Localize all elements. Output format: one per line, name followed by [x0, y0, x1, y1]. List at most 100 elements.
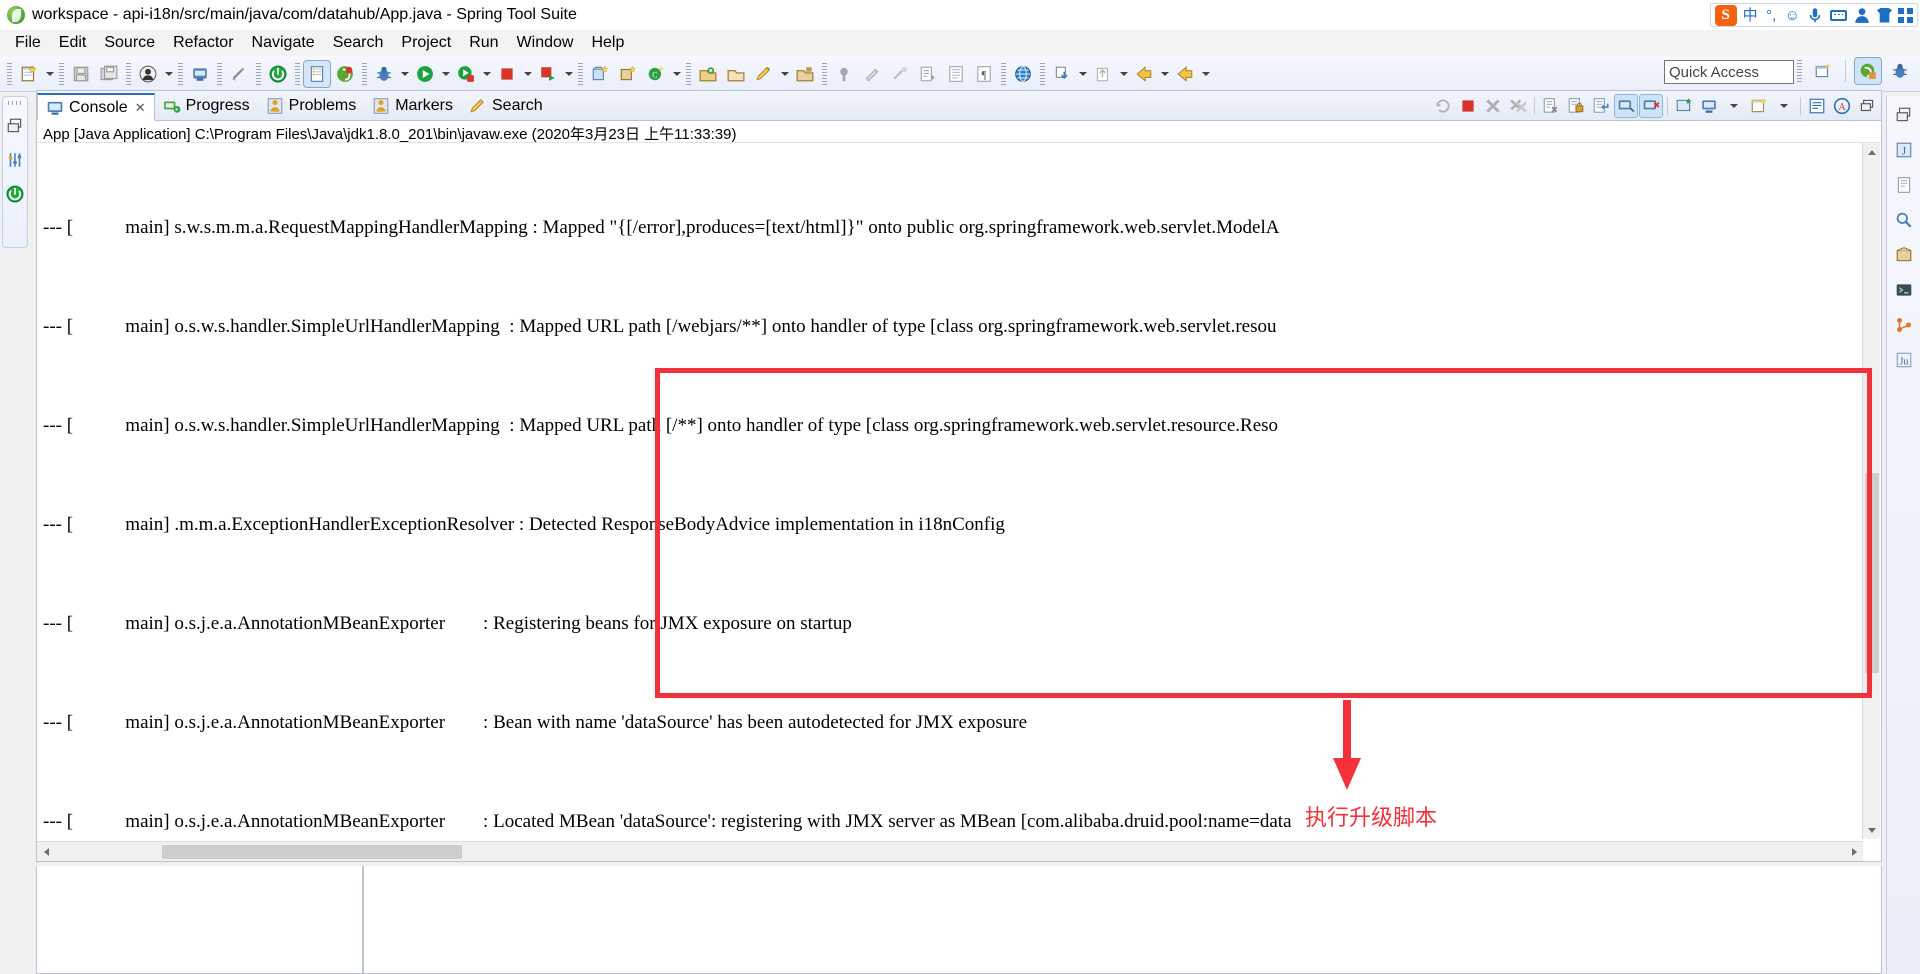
toolbar-grip[interactable] — [217, 62, 222, 85]
show-whitespace-icon[interactable] — [943, 61, 969, 87]
pin-console-icon[interactable] — [1672, 94, 1696, 118]
restore-icon[interactable] — [2, 113, 28, 139]
open-console-icon[interactable] — [1747, 94, 1771, 118]
quick-access-input[interactable]: Quick Access — [1664, 60, 1794, 84]
new-wizard-icon[interactable] — [16, 61, 42, 87]
menu-navigate[interactable]: Navigate — [243, 32, 324, 54]
boot-dashboard-icon[interactable] — [265, 61, 291, 87]
java-perspective-icon[interactable]: J — [1891, 137, 1917, 163]
upload-icon[interactable] — [1090, 61, 1116, 87]
toolbar-grip[interactable] — [578, 62, 583, 85]
ime-voice-icon[interactable] — [1806, 4, 1824, 26]
menu-edit[interactable]: Edit — [50, 32, 96, 54]
tab-markers[interactable]: Markers — [364, 92, 461, 120]
search-pencil-icon[interactable] — [751, 61, 777, 87]
toolbar-grip[interactable] — [178, 62, 183, 85]
toolbar-grip[interactable] — [1797, 60, 1802, 82]
menu-project[interactable]: Project — [392, 32, 460, 54]
remove-all-terminated-icon[interactable] — [1506, 94, 1530, 118]
menu-run[interactable]: Run — [460, 32, 507, 54]
word-wrap-toggle-icon[interactable] — [1805, 94, 1829, 118]
open-perspective-icon[interactable] — [1810, 58, 1836, 84]
sogou-logo-icon[interactable]: S — [1714, 4, 1737, 26]
menu-window[interactable]: Window — [508, 32, 583, 54]
new-package-icon[interactable] — [615, 61, 641, 87]
settings-sliders-icon[interactable] — [2, 147, 28, 173]
tab-problems[interactable]: Problems — [258, 92, 365, 120]
search-dropdown-icon[interactable] — [778, 61, 791, 87]
undo-link-icon[interactable] — [226, 61, 252, 87]
open-console-dropdown-icon[interactable] — [1772, 94, 1796, 118]
toolbar-grip[interactable] — [822, 62, 827, 85]
toolbar-grip[interactable] — [126, 62, 131, 85]
run-icon[interactable] — [412, 61, 438, 87]
coverage-dropdown-icon[interactable] — [562, 61, 575, 87]
toolbar-grip[interactable] — [1001, 62, 1006, 85]
ime-language-icon[interactable]: 中 — [1743, 4, 1758, 26]
save-icon[interactable] — [68, 61, 94, 87]
console-output-area[interactable]: --- [ main] s.w.s.m.m.a.RequestMappingHa… — [37, 143, 1881, 861]
autoscroll-icon[interactable]: A — [1830, 94, 1854, 118]
open-type-icon[interactable] — [695, 61, 721, 87]
relaunch-icon[interactable] — [1431, 94, 1455, 118]
terminate-dropdown-icon[interactable] — [521, 61, 534, 87]
print-icon[interactable] — [187, 61, 213, 87]
spring-icon[interactable] — [332, 61, 358, 87]
tab-console[interactable]: Console ✕ — [37, 93, 155, 121]
coverage-icon[interactable] — [535, 61, 561, 87]
forward-icon[interactable] — [1172, 61, 1198, 87]
open-resource-icon[interactable] — [723, 61, 749, 87]
debug-dropdown-icon[interactable] — [398, 61, 411, 87]
save-all-icon[interactable] — [96, 61, 122, 87]
tab-search[interactable]: Search — [461, 92, 551, 120]
open-task-icon[interactable] — [303, 59, 331, 88]
run-external-dropdown-icon[interactable] — [480, 61, 493, 87]
display-selected-console-dropdown-icon[interactable] — [1722, 94, 1746, 118]
ime-user-icon[interactable] — [1853, 4, 1871, 26]
perspective-debug-icon[interactable] — [1887, 58, 1913, 84]
menu-help[interactable]: Help — [582, 32, 633, 54]
menu-file[interactable]: File — [6, 32, 50, 54]
minimize-icon[interactable] — [1855, 94, 1879, 118]
scroll-lock-icon[interactable] — [1564, 94, 1588, 118]
forward-dropdown-icon[interactable] — [1199, 61, 1212, 87]
run-dropdown-icon[interactable] — [439, 61, 452, 87]
upload-dropdown-icon[interactable] — [1117, 61, 1130, 87]
toolbar-grip[interactable] — [1040, 62, 1045, 85]
ime-punctuation-icon[interactable]: °, — [1764, 4, 1779, 26]
new-java-project-icon[interactable] — [587, 61, 613, 87]
toolbar-grip[interactable] — [59, 62, 64, 85]
file-icon[interactable] — [1891, 172, 1917, 198]
ime-skin-icon[interactable] — [1877, 4, 1892, 26]
open-task-list-icon[interactable] — [792, 61, 818, 87]
ime-apps-icon[interactable] — [1898, 4, 1913, 26]
close-icon[interactable]: ✕ — [135, 100, 146, 116]
scroll-thumb-horizontal[interactable] — [162, 845, 462, 859]
scroll-thumb-vertical[interactable] — [1865, 473, 1879, 673]
terminal-icon[interactable] — [1891, 277, 1917, 303]
show-console-on-error-icon[interactable] — [1639, 94, 1663, 118]
menu-source[interactable]: Source — [95, 32, 164, 54]
last-edit-location-icon[interactable] — [915, 61, 941, 87]
web-browser-icon[interactable] — [1010, 61, 1036, 87]
editor-sash-divider[interactable] — [362, 866, 364, 973]
git-icon[interactable] — [1891, 312, 1917, 338]
prev-annotation-icon[interactable] — [887, 61, 913, 87]
fastview-grip[interactable] — [8, 101, 22, 105]
user-icon[interactable] — [135, 61, 161, 87]
clear-console-icon[interactable] — [1539, 94, 1563, 118]
terminate-icon[interactable] — [494, 61, 520, 87]
toolbar-grip[interactable] — [686, 62, 691, 85]
scroll-right-button[interactable] — [1845, 843, 1863, 861]
display-selected-console-icon[interactable] — [1697, 94, 1721, 118]
toolbar-grip[interactable] — [295, 62, 300, 85]
restore-icon[interactable] — [1891, 102, 1917, 128]
package-icon[interactable] — [1891, 242, 1917, 268]
tab-progress[interactable]: Progress — [155, 92, 258, 120]
toolbar-grip[interactable] — [256, 62, 261, 85]
terminate-icon[interactable] — [1456, 94, 1480, 118]
new-wizard-dropdown-icon[interactable] — [43, 61, 56, 87]
next-annotation-icon[interactable] — [859, 61, 885, 87]
back-icon[interactable] — [1131, 61, 1157, 87]
console-horizontal-scrollbar[interactable] — [37, 841, 1863, 861]
